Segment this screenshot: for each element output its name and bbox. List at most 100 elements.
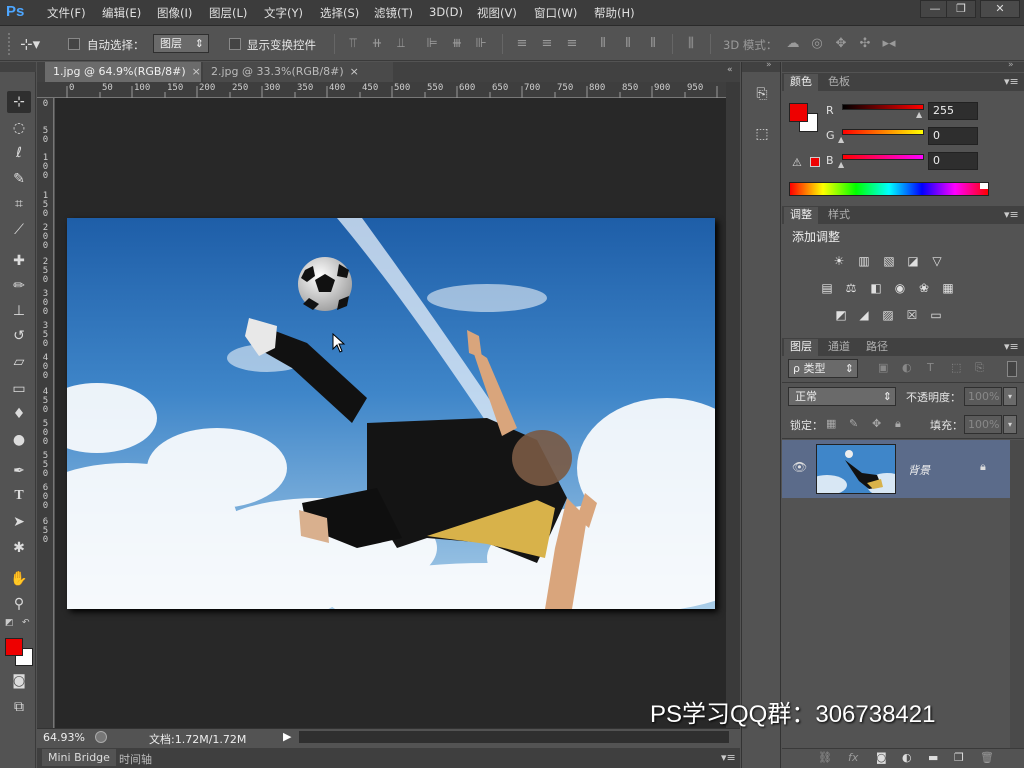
color-balance-icon[interactable]: ⚖ <box>842 280 860 296</box>
3d-camera-icon[interactable]: ▸◂ <box>882 36 896 52</box>
timeline-tab[interactable]: 时间轴 <box>119 751 152 767</box>
blur-tool-icon[interactable]: ♦ <box>7 403 31 425</box>
document-tab-1[interactable]: 1.jpg @ 64.9%(RGB/8#) × <box>45 62 201 82</box>
tab-layers[interactable]: 图层 <box>784 339 818 356</box>
tab-styles[interactable]: 样式 <box>822 207 856 224</box>
hand-tool-icon[interactable]: ✋ <box>7 568 31 590</box>
crop-tool-icon[interactable]: ⌗ <box>7 193 31 215</box>
path-select-tool-icon[interactable]: ➤ <box>7 511 31 533</box>
levels-icon[interactable]: ▥ <box>855 253 873 269</box>
align-top-icon[interactable]: ⫪ <box>346 36 360 52</box>
status-info-icon[interactable] <box>95 731 107 743</box>
distribute-bottom-icon[interactable]: ≡ <box>565 36 579 52</box>
selective-color-icon[interactable]: ☒ <box>903 307 921 323</box>
tab-channels[interactable]: 通道 <box>822 339 856 356</box>
menu-view[interactable]: 视图(V) <box>477 5 517 21</box>
filter-type-icon[interactable]: T <box>927 361 934 374</box>
b-slider[interactable] <box>842 154 924 160</box>
distribute-hcenter-icon[interactable]: ⫴ <box>621 36 635 52</box>
layer-row-background[interactable]: 👁︎ 背景 🔒︎ <box>782 440 1010 498</box>
exposure-icon[interactable]: ◪ <box>904 253 922 269</box>
fill-field[interactable]: 100% <box>964 415 1002 434</box>
filter-smart-object-icon[interactable]: ⎘ <box>975 361 984 375</box>
distribute-top-icon[interactable]: ≡ <box>515 36 529 52</box>
lock-all-icon[interactable]: 🔒︎ <box>895 417 901 431</box>
document-tab-2[interactable]: 2.jpg @ 33.3%(RGB/8#) × <box>203 62 393 82</box>
foreground-color-swatch[interactable] <box>789 103 808 122</box>
menu-help[interactable]: 帮助(H) <box>594 5 635 21</box>
panel-menu-icon[interactable]: ▾≡ <box>1004 75 1019 88</box>
show-transform-checkbox[interactable] <box>229 38 241 50</box>
blend-mode-select[interactable]: 正常 ⇕ <box>788 387 896 406</box>
layers-scrollbar[interactable] <box>1010 440 1024 750</box>
invert-icon[interactable]: ◩ <box>832 307 850 323</box>
dodge-tool-icon[interactable]: ● <box>7 429 31 451</box>
brightness-contrast-icon[interactable]: ☀ <box>830 253 848 269</box>
opacity-field[interactable]: 100% <box>964 387 1002 406</box>
posterize-icon[interactable]: ◢ <box>855 307 873 323</box>
tabs-collapse-icon[interactable]: « <box>727 65 733 75</box>
new-adjustment-layer-icon[interactable]: ◐ <box>902 751 912 764</box>
photo-filter-icon[interactable]: ◉ <box>891 280 909 296</box>
tools-panel-header[interactable] <box>0 62 36 72</box>
history-brush-tool-icon[interactable]: ↺ <box>7 325 31 347</box>
link-layers-icon[interactable]: ⛓ <box>818 751 832 764</box>
lock-position-icon[interactable]: ✥ <box>872 417 881 430</box>
pen-tool-icon[interactable]: ✒ <box>7 460 31 482</box>
g-slider[interactable] <box>842 129 924 135</box>
vertical-scrollbar[interactable] <box>726 82 740 728</box>
auto-select-target-select[interactable]: 图层 ⇕ <box>153 34 209 53</box>
align-hcenter-icon[interactable]: ⧻ <box>450 36 464 52</box>
new-layer-icon[interactable]: ❐ <box>954 751 964 764</box>
filter-toggle-switch[interactable] <box>1007 361 1017 377</box>
color-lookup-icon[interactable]: ▦ <box>939 280 957 296</box>
align-right-icon[interactable]: ⊪ <box>474 36 488 52</box>
tab-color[interactable]: 颜色 <box>784 74 818 91</box>
dock-header[interactable] <box>742 62 780 72</box>
ruler-origin[interactable] <box>37 82 54 98</box>
threshold-icon[interactable]: ▨ <box>879 307 897 323</box>
layer-style-icon[interactable]: fx <box>848 751 858 764</box>
eyedropper-tool-icon[interactable]: ⟋ <box>7 219 31 241</box>
align-bottom-icon[interactable]: ⫫ <box>394 36 408 52</box>
spectrum-white-swatch[interactable] <box>980 183 988 189</box>
panel-menu-icon[interactable]: ▾≡ <box>1004 340 1019 353</box>
zoom-level[interactable]: 64.93% <box>43 731 85 744</box>
brush-tool-icon[interactable]: ✏ <box>7 275 31 297</box>
3d-roll-icon[interactable]: ◎ <box>810 36 824 52</box>
filter-adjustment-icon[interactable]: ◐ <box>902 361 912 374</box>
menu-type[interactable]: 文字(Y) <box>264 5 303 21</box>
auto-align-icon[interactable]: ⫼ <box>684 36 698 52</box>
3d-drag-icon[interactable]: ✥ <box>834 36 848 52</box>
hue-saturation-icon[interactable]: ▤ <box>818 280 836 296</box>
r-value-field[interactable]: 255 <box>928 102 978 120</box>
channel-mixer-icon[interactable]: ❀ <box>915 280 933 296</box>
panel-menu-icon[interactable]: ▾≡ <box>721 751 736 764</box>
tab-adjustments[interactable]: 调整 <box>784 207 818 224</box>
quick-mask-icon[interactable]: ◙ <box>7 670 31 692</box>
healing-brush-tool-icon[interactable]: ✚ <box>7 250 31 272</box>
3d-panel-icon[interactable]: ⬚ <box>750 126 774 148</box>
g-value-field[interactable]: 0 <box>928 127 978 145</box>
lock-image-icon[interactable]: ✎ <box>849 417 858 430</box>
tab-swatches[interactable]: 色板 <box>822 74 856 91</box>
fill-dropdown-icon[interactable]: ▾ <box>1003 415 1017 434</box>
close-tab-icon[interactable]: × <box>192 65 201 78</box>
swap-colors-icon[interactable]: ↶ <box>22 618 30 628</box>
gradient-map-icon[interactable]: ▭ <box>927 307 945 323</box>
document-image[interactable] <box>67 218 715 609</box>
quick-select-tool-icon[interactable]: ✎ <box>7 168 31 190</box>
r-slider[interactable] <box>842 104 924 110</box>
eye-visibility-icon[interactable]: 👁︎ <box>792 460 807 474</box>
lock-transparent-icon[interactable]: ▦ <box>826 417 836 430</box>
move-tool-icon[interactable]: ⊹ <box>7 91 31 113</box>
auto-select-checkbox[interactable] <box>68 38 80 50</box>
g-slider-thumb-icon[interactable]: ▲ <box>838 135 844 144</box>
opacity-dropdown-icon[interactable]: ▾ <box>1003 387 1017 406</box>
curves-icon[interactable]: ▧ <box>880 253 898 269</box>
zoom-tool-icon[interactable]: ⚲ <box>7 593 31 615</box>
tab-paths[interactable]: 路径 <box>860 339 894 356</box>
screen-mode-icon[interactable]: ⧉ <box>7 696 31 718</box>
vibrance-icon[interactable]: ▽ <box>928 253 946 269</box>
menu-edit[interactable]: 编辑(E) <box>102 5 141 21</box>
